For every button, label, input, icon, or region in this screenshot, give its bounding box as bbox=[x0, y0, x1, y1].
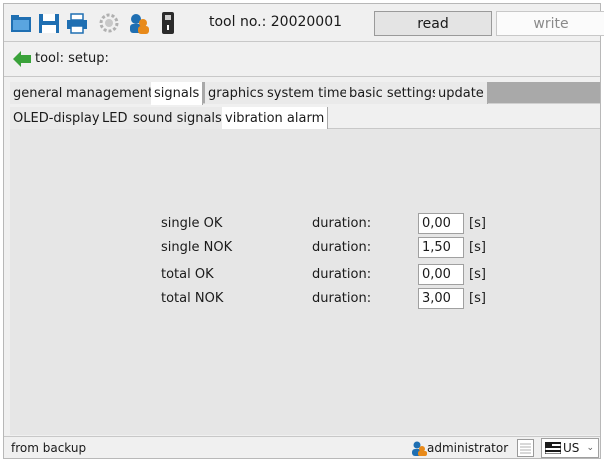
duration-label: duration: bbox=[312, 216, 372, 231]
toolbar: tool no.: 20020001 read write bbox=[4, 4, 604, 42]
total-nok-duration-input[interactable] bbox=[418, 288, 464, 309]
row-label-total-ok: total OK bbox=[161, 267, 214, 282]
duration-label: duration: bbox=[312, 240, 372, 255]
duration-label: duration: bbox=[312, 291, 372, 306]
tab-general[interactable]: general bbox=[10, 82, 67, 104]
status-text: from backup bbox=[11, 441, 87, 455]
row-label-single-ok: single OK bbox=[161, 216, 223, 231]
print-icon[interactable] bbox=[66, 11, 88, 35]
us-flag-icon bbox=[545, 442, 561, 454]
notes-icon[interactable] bbox=[517, 439, 534, 457]
user-icon[interactable] bbox=[128, 11, 150, 35]
folder-open-icon[interactable] bbox=[10, 11, 32, 35]
settings-gear-icon[interactable] bbox=[98, 11, 120, 35]
language-select[interactable]: US ⌄ bbox=[541, 438, 599, 458]
write-button[interactable]: write bbox=[496, 11, 604, 36]
chevron-down-icon: ⌄ bbox=[586, 443, 594, 453]
user-icon bbox=[412, 441, 427, 456]
vibration-alarm-panel: single OK duration: [s] single NOK durat… bbox=[10, 129, 600, 435]
single-ok-duration-input[interactable] bbox=[418, 213, 464, 234]
total-ok-duration-input[interactable] bbox=[418, 264, 464, 285]
app-window: tool no.: 20020001 read write tool: setu… bbox=[3, 3, 604, 459]
tab-graphics[interactable]: graphics bbox=[205, 82, 268, 104]
tool-number: tool no.: 20020001 bbox=[209, 14, 343, 30]
tab-basic-settings[interactable]: basic settings bbox=[346, 82, 443, 104]
user-name: administrator bbox=[427, 441, 509, 455]
sub-tab-bar: OLED-display LED sound signals vibration… bbox=[10, 107, 600, 130]
unit-label: [s] bbox=[469, 291, 486, 306]
back-arrow-icon[interactable] bbox=[12, 49, 32, 69]
unit-label: [s] bbox=[469, 267, 486, 282]
unit-label: [s] bbox=[469, 216, 486, 231]
breadcrumb: tool: setup: bbox=[4, 43, 600, 77]
read-button[interactable]: read bbox=[374, 11, 492, 36]
tab-vibration-alarm[interactable]: vibration alarm bbox=[222, 107, 329, 130]
row-label-single-nok: single NOK bbox=[161, 240, 233, 255]
tab-update[interactable]: update bbox=[435, 82, 488, 104]
tab-signals[interactable]: signals bbox=[151, 82, 204, 105]
main-tab-bar: general management signals graphics syst… bbox=[10, 82, 600, 105]
row-label-total-nok: total NOK bbox=[161, 291, 224, 306]
unit-label: [s] bbox=[469, 240, 486, 255]
tab-management[interactable]: management bbox=[63, 82, 158, 104]
device-icon[interactable] bbox=[157, 11, 179, 35]
breadcrumb-text: tool: setup: bbox=[35, 51, 109, 66]
language-code: US bbox=[563, 441, 580, 455]
tab-oled-display[interactable]: OLED-display bbox=[10, 107, 104, 129]
save-icon[interactable] bbox=[38, 11, 60, 35]
duration-label: duration: bbox=[312, 267, 372, 282]
single-nok-duration-input[interactable] bbox=[418, 237, 464, 258]
tab-system-time[interactable]: system time bbox=[264, 82, 352, 104]
tab-sound-signals[interactable]: sound signals bbox=[130, 107, 226, 129]
status-bar: from backup administrator US ⌄ bbox=[4, 436, 600, 458]
tab-led[interactable]: LED bbox=[99, 107, 132, 129]
